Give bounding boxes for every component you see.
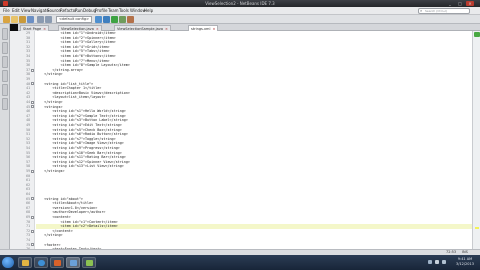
- taskbar-media[interactable]: [50, 257, 64, 268]
- code-editor[interactable]: 29 30 31 32 33 34 35 36 37 38 39 40 41 42 43 44 45 46 47 48…: [10, 31, 472, 251]
- palette-tab-icon[interactable]: [2, 84, 8, 96]
- taskbar-app[interactable]: [82, 257, 96, 268]
- debug-icon[interactable]: [119, 16, 126, 23]
- menu-bar: File Edit View Navigate Source Refactor …: [0, 7, 480, 15]
- close-button[interactable]: ✕: [466, 1, 474, 6]
- maximize-button[interactable]: □: [456, 1, 464, 6]
- undo-icon[interactable]: [37, 16, 44, 23]
- fold-toggle-icon[interactable]: [31, 105, 34, 109]
- taskbar-browser[interactable]: [34, 257, 48, 268]
- clean-build-icon[interactable]: [103, 16, 110, 23]
- minimize-button[interactable]: _: [446, 1, 454, 6]
- taskbar-explorer[interactable]: [18, 257, 32, 268]
- search-input[interactable]: ⌕ Search (Ctrl+I): [418, 8, 470, 14]
- fold-toggle-icon[interactable]: [31, 68, 34, 72]
- fold-toggle-icon[interactable]: [31, 100, 34, 104]
- files-tab-icon[interactable]: [2, 42, 8, 54]
- volume-icon[interactable]: [435, 260, 439, 264]
- code-area[interactable]: <item id="1">Android</item> <item id="2"…: [36, 31, 472, 249]
- menu-file[interactable]: File: [3, 8, 10, 14]
- profile-icon[interactable]: [127, 16, 134, 23]
- projects-tab-icon[interactable]: [2, 28, 8, 40]
- editor-tab-bar: Start Page × ViewSelection.java × ViewSele…: [18, 24, 480, 31]
- services-tab-icon[interactable]: [2, 56, 8, 68]
- build-icon[interactable]: [95, 16, 102, 23]
- taskbar-netbeans[interactable]: [66, 257, 80, 268]
- line-number-gutter: 29 30 31 32 33 34 35 36 37 38 39 40 41 42 43 44 45 46 47 48…: [10, 31, 35, 251]
- search-icon: ⌕: [420, 8, 423, 13]
- android-icon: [86, 260, 93, 266]
- error-stripe[interactable]: [472, 31, 480, 249]
- os-taskbar: 9:41 AM 3/12/2013: [0, 255, 480, 270]
- output-tab-icon[interactable]: [2, 98, 8, 110]
- new-file-icon[interactable]: [11, 16, 18, 23]
- menu-run[interactable]: Run: [75, 8, 83, 14]
- media-icon: [54, 260, 61, 266]
- menu-source[interactable]: Source: [47, 8, 61, 14]
- new-project-icon[interactable]: [3, 16, 10, 23]
- no-errors-icon: [474, 32, 480, 37]
- menu-profile[interactable]: Profile: [95, 8, 107, 14]
- system-clock[interactable]: 9:41 AM 3/12/2013: [452, 257, 478, 267]
- flag-icon[interactable]: [442, 260, 446, 264]
- netbeans-icon: [3, 1, 8, 6]
- run-icon[interactable]: [111, 16, 118, 23]
- browser-icon: [38, 260, 45, 266]
- menu-help[interactable]: Help: [144, 8, 153, 14]
- current-line-marker[interactable]: [475, 227, 479, 229]
- fold-toggle-icon[interactable]: [31, 243, 34, 247]
- open-project-icon[interactable]: [19, 16, 26, 23]
- fold-toggle-icon[interactable]: [31, 197, 34, 201]
- redo-icon[interactable]: [45, 16, 52, 23]
- search-placeholder: Search (Ctrl+I): [425, 9, 448, 13]
- folder-icon: [22, 260, 29, 266]
- network-icon[interactable]: [428, 260, 432, 264]
- fold-toggle-icon[interactable]: [31, 82, 34, 86]
- netbeans-cube-icon: [70, 260, 77, 266]
- menu-tools[interactable]: Tools: [119, 8, 129, 14]
- start-button[interactable]: [2, 257, 14, 268]
- clock-date: 3/12/2013: [456, 262, 474, 266]
- save-all-icon[interactable]: [27, 16, 34, 23]
- fold-toggle-icon[interactable]: [31, 169, 34, 173]
- title-bar: ViewSelection2 - NetBeans IDE 7.3 _ □ ✕: [0, 0, 480, 7]
- fold-toggle-icon[interactable]: [31, 215, 34, 219]
- navigator-tab-icon[interactable]: [2, 70, 8, 82]
- fold-toggle-icon[interactable]: [31, 229, 34, 233]
- config-select[interactable]: <default config>: [56, 16, 92, 23]
- window-title: ViewSelection2 - NetBeans IDE 7.3: [205, 1, 275, 6]
- menu-view[interactable]: View: [21, 8, 31, 14]
- side-panel-strip: [0, 24, 10, 249]
- menu-edit[interactable]: Edit: [12, 8, 20, 14]
- menu-team[interactable]: Team: [108, 8, 119, 14]
- toolbar: <default config>: [0, 15, 480, 24]
